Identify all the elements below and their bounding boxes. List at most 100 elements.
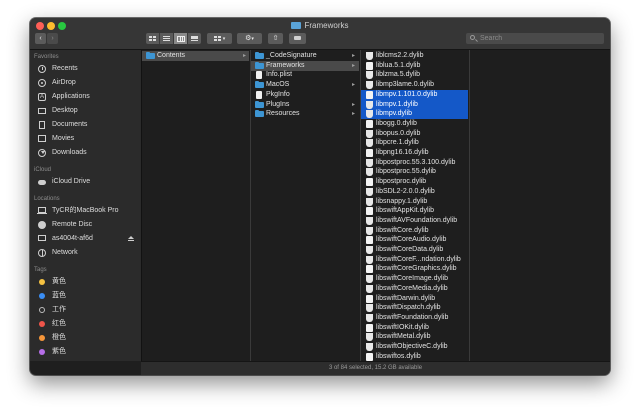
sidebar-item-tag[interactable]: 紫色 xyxy=(38,346,138,358)
sidebar-item-movies[interactable]: Movies xyxy=(38,133,138,145)
file-row[interactable]: liblua.5.1.dylib xyxy=(361,61,468,71)
file-row[interactable]: libswiftCoreGraphics.dylib xyxy=(361,264,468,274)
view-columns-button[interactable] xyxy=(174,33,188,44)
file-row[interactable]: Info.plist xyxy=(251,70,359,80)
share-button[interactable]: ⇧ xyxy=(268,33,283,44)
view-mode-control[interactable] xyxy=(146,33,201,44)
finder-window: Frameworks ‹ › ▾ ⚙▾ ⇧ Search Favorites R… xyxy=(30,18,610,375)
forward-button[interactable]: › xyxy=(47,33,58,44)
sidebar-item-documents[interactable]: Documents xyxy=(38,119,138,131)
folder-row[interactable]: MacOS ▸ xyxy=(251,80,359,90)
item-label: libswiftIOKit.dylib xyxy=(376,323,429,331)
folder-row[interactable]: Contents ▸ xyxy=(142,51,249,61)
file-row[interactable]: libopus.0.dylib xyxy=(361,129,468,139)
sidebar-item-airdrop[interactable]: AirDrop xyxy=(38,77,138,89)
file-row[interactable]: libpostproc.55.dylib xyxy=(361,167,468,177)
disclosure-chevron-icon: ▸ xyxy=(352,101,356,108)
action-menu-button[interactable]: ⚙▾ xyxy=(237,33,262,44)
item-label: libpostproc.dylib xyxy=(376,178,427,186)
sidebar-item-tag[interactable]: 黄色 xyxy=(38,276,138,288)
file-row[interactable]: libswiftDarwin.dylib xyxy=(361,294,468,304)
file-row[interactable]: liblcms2.2.dylib xyxy=(361,51,468,61)
sidebar-item-as4004t[interactable]: as4004t-af6d xyxy=(38,233,138,245)
file-row[interactable]: libswiftFoundation.dylib xyxy=(361,313,468,323)
file-row[interactable]: libsnappy.1.dylib xyxy=(361,197,468,207)
view-gallery-button[interactable] xyxy=(188,33,201,44)
file-row[interactable]: liblzma.5.dylib xyxy=(361,70,468,80)
back-button[interactable]: ‹ xyxy=(35,33,46,44)
item-label: libmpv.1.101.0.dylib xyxy=(376,90,438,98)
browser-column-3[interactable]: liblcms2.2.dylib liblua.5.1.dylib liblzma.… xyxy=(361,50,470,361)
sidebar-item-label: Applications xyxy=(52,93,90,100)
file-row[interactable]: libmp3lame.0.dylib xyxy=(361,80,468,90)
sidebar-item-desktop[interactable]: Desktop xyxy=(38,105,138,117)
sidebar-item-network[interactable]: Network xyxy=(38,247,138,259)
sidebar-item-remote-disc[interactable]: Remote Disc xyxy=(38,219,138,231)
file-row[interactable]: libswiftObjectiveC.dylib xyxy=(361,342,468,352)
file-row[interactable]: libpcre.1.dylib xyxy=(361,138,468,148)
file-row[interactable]: libswiftCoreMedia.dylib xyxy=(361,284,468,294)
folder-icon xyxy=(255,100,264,108)
sidebar-item-label: as4004t-af6d xyxy=(52,235,93,242)
column-view-icon xyxy=(176,36,185,42)
file-row[interactable]: libmpv.1.dylib xyxy=(361,99,468,110)
file-row[interactable]: PkgInfo xyxy=(251,90,359,100)
file-row[interactable]: libmpv.dylib xyxy=(361,109,468,120)
eject-icon[interactable] xyxy=(128,236,134,241)
sidebar-item-label: 蓝色 xyxy=(52,292,66,299)
sidebar-item-applications[interactable]: Applications xyxy=(38,91,138,103)
documents-icon xyxy=(39,121,45,129)
view-icons-button[interactable] xyxy=(146,33,160,44)
file-row[interactable]: libpostproc.dylib xyxy=(361,177,468,187)
file-row[interactable]: libpostproc.55.3.100.dylib xyxy=(361,158,468,168)
file-row[interactable]: libswiftCoreData.dylib xyxy=(361,245,468,255)
file-row[interactable]: libswiftCoreAudio.dylib xyxy=(361,235,468,245)
group-by-button[interactable]: ▾ xyxy=(207,33,232,44)
file-row[interactable]: libswiftCore.dylib xyxy=(361,226,468,236)
edit-tags-button[interactable] xyxy=(289,33,306,44)
sidebar-item-icloud-drive[interactable]: iCloud Drive xyxy=(38,176,138,188)
file-row[interactable]: libogg.0.dylib xyxy=(361,119,468,129)
dylib-file-icon xyxy=(366,255,373,264)
folder-icon xyxy=(255,110,264,118)
file-row[interactable]: libpng16.16.dylib xyxy=(361,148,468,158)
folder-row[interactable]: PlugIns ▸ xyxy=(251,100,359,110)
folder-row[interactable]: Frameworks ▸ xyxy=(251,60,359,71)
file-row[interactable]: libswiftDispatch.dylib xyxy=(361,303,468,313)
sidebar-item-downloads[interactable]: Downloads xyxy=(38,147,138,159)
sidebar-item-tag[interactable]: 工作 xyxy=(38,304,138,316)
file-row[interactable]: libswiftIOKit.dylib xyxy=(361,323,468,333)
file-row[interactable]: libSDL2-2.0.0.dylib xyxy=(361,187,468,197)
file-row[interactable]: libswiftCoreF...ndation.dylib xyxy=(361,255,468,265)
browser-column-2[interactable]: _CodeSignature ▸ Frameworks ▸ Info.plist MacO… xyxy=(251,50,361,361)
browser-column-1[interactable]: Contents ▸ xyxy=(142,50,251,361)
laptop-icon xyxy=(37,207,47,214)
file-row[interactable]: libswiftMetal.dylib xyxy=(361,332,468,342)
item-label: Contents xyxy=(157,52,186,59)
item-label: libswiftDispatch.dylib xyxy=(376,304,441,312)
dylib-file-icon xyxy=(366,71,373,80)
file-row[interactable]: libswiftAVFoundation.dylib xyxy=(361,216,468,226)
sidebar-item-macbook[interactable]: TyCR的MacBook Pro xyxy=(37,205,138,217)
file-row[interactable]: libswiftos.dylib xyxy=(361,352,468,361)
item-label: libswiftFoundation.dylib xyxy=(376,313,449,321)
tag-color-dot-icon xyxy=(39,321,45,327)
folder-row[interactable]: _CodeSignature ▸ xyxy=(251,51,359,61)
item-label: Frameworks xyxy=(266,61,305,69)
sidebar-item-tag[interactable]: 蓝色 xyxy=(38,290,138,302)
sidebar-item-tag[interactable]: 橙色 xyxy=(38,332,138,344)
sidebar-section-favorites: Favorites xyxy=(34,54,59,60)
sidebar-item-tag[interactable]: 红色 xyxy=(38,318,138,330)
file-row[interactable]: libswiftCoreImage.dylib xyxy=(361,274,468,284)
item-label: Resources xyxy=(266,110,300,118)
file-row[interactable]: libmpv.1.101.0.dylib xyxy=(361,89,468,100)
sidebar-item-recents[interactable]: Recents xyxy=(38,63,138,75)
dylib-file-icon xyxy=(366,187,373,196)
item-label: libswiftMetal.dylib xyxy=(376,333,431,341)
file-row[interactable]: libswiftAppKit.dylib xyxy=(361,206,468,216)
item-label: libswiftAVFoundation.dylib xyxy=(376,216,458,224)
view-list-button[interactable] xyxy=(160,33,174,44)
search-input[interactable]: Search xyxy=(466,33,604,44)
dylib-file-icon xyxy=(366,275,373,284)
folder-row[interactable]: Resources ▸ xyxy=(251,109,359,119)
